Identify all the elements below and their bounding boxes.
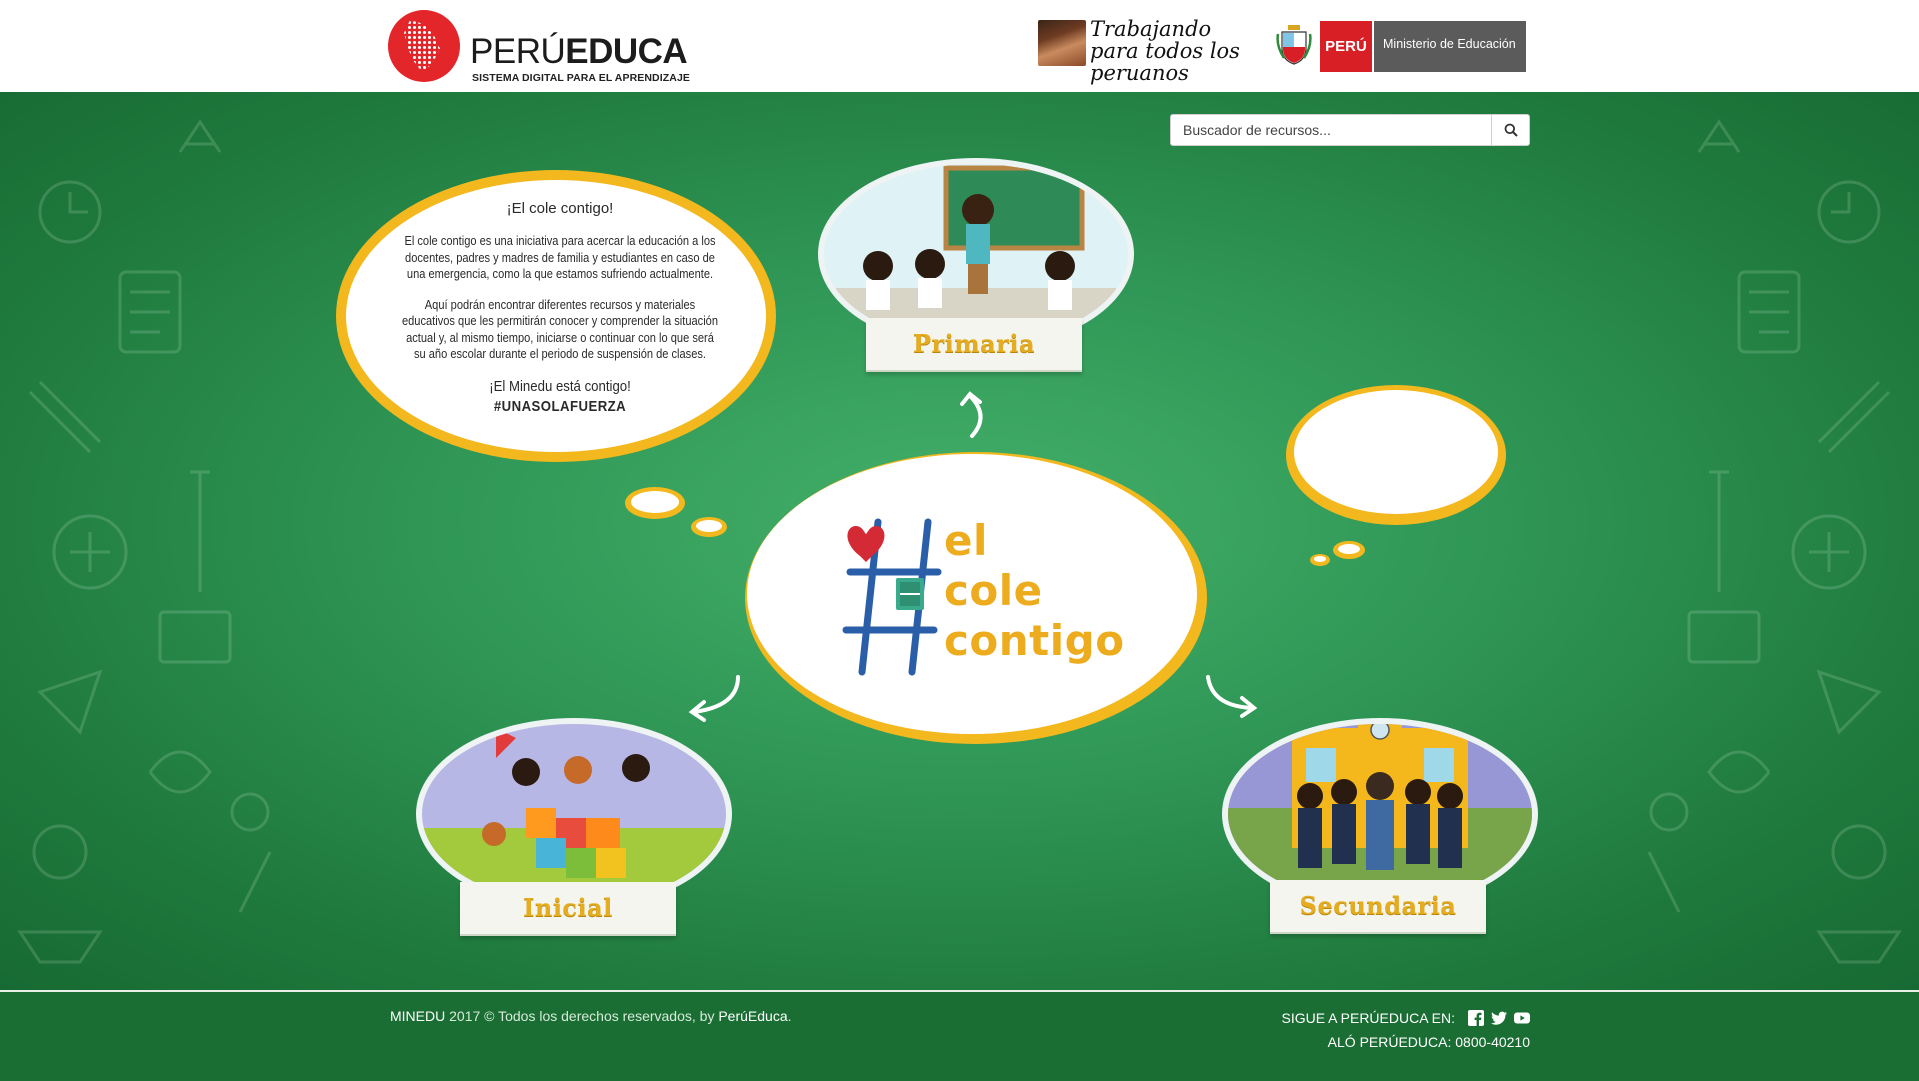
level-card-secundaria[interactable]: Secundaria <box>1222 718 1538 940</box>
search-icon <box>1504 123 1518 137</box>
level-label-secundaria: Secundaria <box>1270 880 1486 934</box>
search-button[interactable] <box>1491 114 1530 146</box>
twitter-icon[interactable] <box>1491 1010 1507 1026</box>
level-label-inicial: Inicial <box>460 882 676 936</box>
campaign-line-3: contigo <box>944 616 1125 665</box>
social-follow: SIGUE A PERÚEDUCA EN: <box>1281 1008 1530 1028</box>
info-paragraph-1: El cole contigo es una iniciativa para a… <box>404 234 716 281</box>
info-paragraph-2: Aquí podrán encontrar diferentes recurso… <box>401 297 719 362</box>
info-bubble-text: ¡El cole contigo! El cole contigo es una… <box>380 200 740 417</box>
level-card-inicial[interactable]: Inicial <box>416 718 732 940</box>
campaign-portrait <box>1038 20 1086 66</box>
book-icon <box>896 578 924 610</box>
brand-tagline: SISTEMA DIGITAL PARA EL APRENDIZAJE <box>472 72 690 84</box>
info-closing: ¡El Minedu está contigo! <box>489 377 631 395</box>
site-footer: MINEDU 2017 © Todos los derechos reserva… <box>0 990 1919 1081</box>
search-input[interactable] <box>1170 114 1492 146</box>
follow-label: SIGUE A PERÚEDUCA EN: <box>1281 1010 1456 1026</box>
resource-search <box>1170 114 1530 146</box>
peru-map-icon <box>388 10 460 82</box>
campaign-title: el cole contigo <box>944 516 1125 666</box>
coat-of-arms-icon <box>1276 25 1312 65</box>
perueduca-logo[interactable]: PERÚEDUCA SISTEMA DIGITAL PARA EL APREND… <box>388 8 690 86</box>
level-card-primaria[interactable]: Primaria <box>818 158 1134 380</box>
copyright-text: MINEDU 2017 © Todos los derechos reserva… <box>390 1008 792 1024</box>
campaign-line-2: cole <box>944 566 1043 615</box>
brand-name: PERÚEDUCA <box>470 32 688 71</box>
footer-copyright: 2017 © Todos los derechos reservados, by <box>445 1008 719 1024</box>
site-header: PERÚEDUCA SISTEMA DIGITAL PARA EL APREND… <box>0 0 1919 92</box>
hashtag-logo <box>842 518 942 676</box>
gov-slogan: Trabajando para todos los peruanos <box>1090 17 1240 85</box>
heart-icon <box>847 526 885 562</box>
info-title: ¡El cole contigo! <box>506 200 614 217</box>
youtube-icon[interactable] <box>1514 1010 1530 1026</box>
peru-badge: PERÚ <box>1320 21 1372 72</box>
ministry-badge: Ministerio de Educación <box>1374 21 1526 72</box>
info-hashtag: #UNASOLAFUERZA <box>493 397 627 415</box>
facebook-icon[interactable] <box>1468 1010 1484 1026</box>
hotline-text: ALÓ PERÚEDUCA: 0800-40210 <box>1327 1034 1530 1050</box>
level-label-primaria: Primaria <box>866 318 1082 372</box>
footer-org: MINEDU <box>390 1008 446 1024</box>
footer-brand-link[interactable]: PerúEduca <box>718 1008 787 1024</box>
footer-period: . <box>787 1008 792 1024</box>
campaign-line-1: el <box>944 516 988 565</box>
